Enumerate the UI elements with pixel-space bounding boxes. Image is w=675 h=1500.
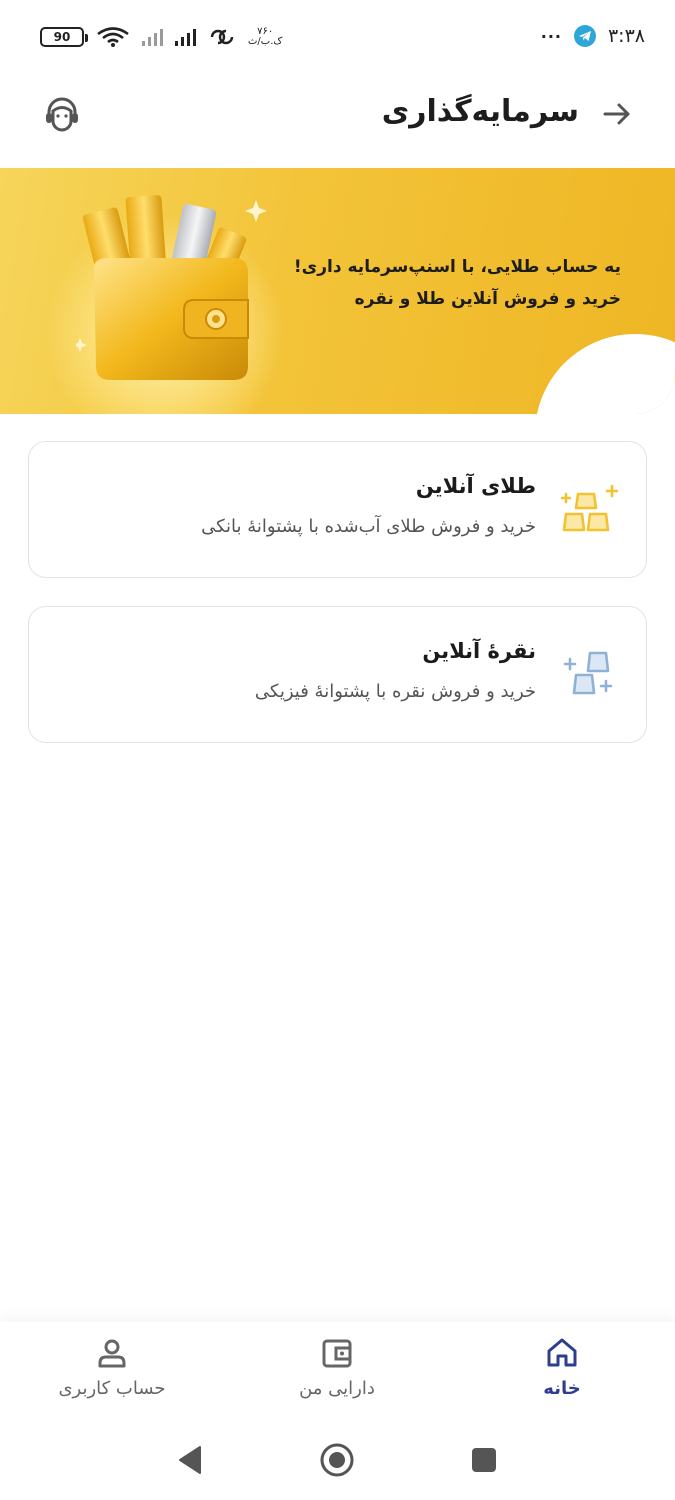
online-gold-card[interactable]: طلای آنلاین خرید و فروش طلای آب‌شده با پ… bbox=[28, 441, 647, 578]
banner-headline: یه حساب طلایی، با اسنپ‌سرمایه داری! bbox=[294, 252, 621, 282]
wifi-icon bbox=[97, 27, 129, 47]
support-headset-icon bbox=[46, 97, 78, 132]
page-title: سرمایه‌گذاری bbox=[381, 94, 579, 129]
banner-headline-prefix: یه حساب طلایی، با bbox=[455, 257, 621, 277]
more-notifications-icon: ··· bbox=[540, 26, 562, 46]
gold-wallet-illustration bbox=[76, 195, 266, 380]
silver-card-title: نقرۀ آنلاین bbox=[422, 639, 536, 663]
battery-icon: 90 bbox=[40, 27, 88, 47]
status-right: ··· ۳:۳۸ bbox=[541, 22, 645, 50]
nav-home[interactable]: خانه bbox=[482, 1336, 642, 1406]
arrow-right-icon bbox=[603, 103, 630, 125]
online-silver-card[interactable]: نقرۀ آنلاین خرید و فروش نقره با پشتوانۀ … bbox=[28, 606, 647, 743]
wallet-icon bbox=[322, 1339, 352, 1368]
silver-bars-icon bbox=[563, 651, 613, 695]
silver-card-subtitle: خرید و فروش نقره با پشتوانۀ فیزیکی bbox=[254, 681, 536, 702]
bottom-nav: خانه دارایی من حساب کاربری bbox=[0, 1322, 675, 1422]
data-icon bbox=[210, 29, 234, 45]
app-header: سرمایه‌گذاری bbox=[0, 78, 675, 150]
network-speed-unit: ک.ب/ث bbox=[248, 36, 283, 47]
status-left: 90 ۷۶۰ ک.ب/ث bbox=[40, 24, 282, 50]
nav-user-account[interactable]: حساب کاربری bbox=[32, 1336, 192, 1406]
nav-my-assets-label: دارایی من bbox=[299, 1378, 375, 1399]
gold-card-subtitle: خرید و فروش طلای آب‌شده با پشتوانۀ بانکی bbox=[201, 516, 536, 537]
user-icon bbox=[98, 1339, 126, 1368]
signal-icon-sim1 bbox=[142, 28, 163, 46]
triangle-back-icon bbox=[179, 1446, 201, 1474]
banner-headline-suffix: داری! bbox=[293, 257, 348, 277]
banner-corner-arc bbox=[535, 334, 675, 414]
clock: ۳:۳۸ bbox=[607, 25, 645, 47]
battery-level: 90 bbox=[53, 30, 71, 44]
system-recents-button[interactable] bbox=[464, 1440, 504, 1480]
home-icon bbox=[547, 1338, 577, 1367]
gold-bars-icon bbox=[560, 484, 619, 532]
status-bar: 90 ۷۶۰ ک.ب/ث ··· ۳:۳۸ bbox=[0, 0, 675, 70]
network-speed: ۷۶۰ ک.ب/ث bbox=[248, 27, 282, 47]
system-nav-bar bbox=[0, 1422, 675, 1500]
gold-card-title: طلای آنلاین bbox=[415, 474, 536, 498]
back-button[interactable] bbox=[599, 96, 635, 132]
system-home-button[interactable] bbox=[317, 1440, 357, 1480]
signal-icon-sim2 bbox=[175, 28, 196, 46]
nav-my-assets[interactable]: دارایی من bbox=[257, 1336, 417, 1406]
nav-user-account-label: حساب کاربری bbox=[58, 1378, 166, 1399]
banner-brand: اسنپ‌سرمایه bbox=[347, 257, 456, 277]
nav-home-label: خانه bbox=[543, 1378, 581, 1399]
telegram-icon bbox=[573, 25, 596, 47]
system-back-button[interactable] bbox=[170, 1440, 210, 1480]
support-button[interactable] bbox=[42, 94, 82, 134]
square-recents-icon bbox=[472, 1448, 496, 1472]
circle-home-icon bbox=[320, 1443, 354, 1477]
promo-banner[interactable]: یه حساب طلایی، با اسنپ‌سرمایه داری! خرید… bbox=[0, 168, 675, 414]
banner-subline: خرید و فروش آنلاین طلا و نقره bbox=[354, 289, 621, 309]
banner-text: یه حساب طلایی، با اسنپ‌سرمایه داری! خرید… bbox=[294, 252, 621, 316]
